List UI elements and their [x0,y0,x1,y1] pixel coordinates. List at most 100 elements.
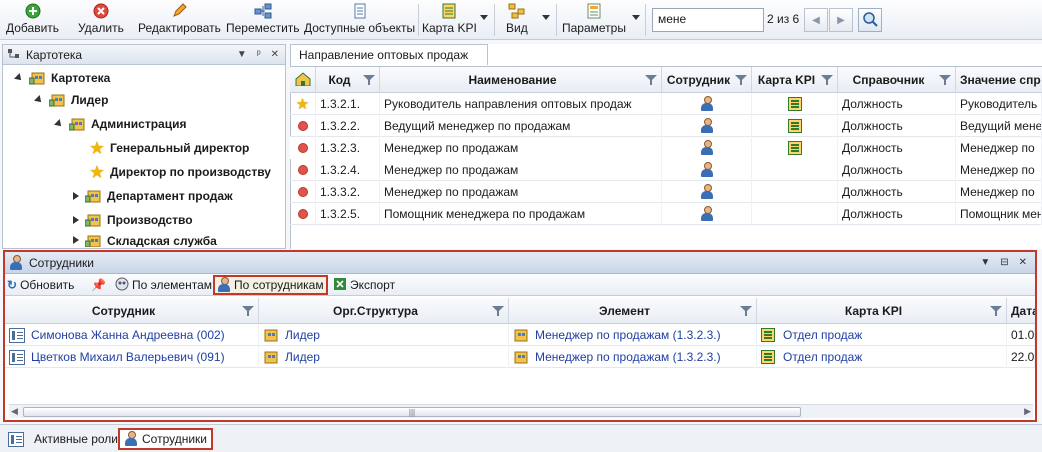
pencil-icon [170,2,188,19]
employee-icon[interactable] [700,96,714,112]
view-button[interactable]: Вид [506,2,528,38]
view-dropdown-arrow[interactable] [542,15,550,20]
employee-icon[interactable] [700,118,714,134]
close-icon[interactable]: ✕ [271,49,279,60]
table-row[interactable]: 1.3.2.5. Помощник менеджера по продажам … [290,203,1042,225]
home-icon-cell[interactable] [290,67,316,93]
pin-icon: 📌 [91,278,106,292]
employee-icon[interactable] [700,162,714,178]
collapse-arrow-icon[interactable] [73,216,79,224]
move-button[interactable]: Переместить [226,2,300,38]
prev-result-button[interactable]: ◀ [804,8,828,32]
status-dot-icon [298,210,307,218]
employee-icon[interactable] [700,206,714,222]
tree-node-warehouse[interactable]: Складская служба [73,233,217,247]
table-row-selected[interactable]: 1.3.2.3. Менеджер по продажам Должность … [290,137,1042,159]
tree-node-cardfile[interactable]: Картотека [14,67,110,89]
table-row[interactable]: Симонова Жанна Андреевна (002) Лидер Мен… [5,324,1035,346]
tree-node-production-director[interactable]: ★ Директор по производству [89,161,271,183]
search-input[interactable]: мене [652,8,764,32]
tab-wholesale-direction[interactable]: Направление оптовых продаж [290,44,488,65]
kpi-map-button[interactable]: Карта KPI [422,2,477,38]
close-icon[interactable]: ✕ [1019,257,1027,268]
tree-node-production[interactable]: Производство [73,209,193,231]
column-kpi[interactable]: Карта KPI [752,67,838,93]
filter-icon[interactable] [363,74,375,86]
available-objects-button[interactable]: Доступные объекты [304,2,415,38]
float-icon[interactable]: ⊟ [1000,257,1008,268]
scroll-right-icon[interactable]: ▶ [1024,406,1031,417]
refresh-button[interactable]: ↻ Обновить [7,275,74,295]
filter-icon[interactable] [740,305,752,317]
column-kpi-map[interactable]: Карта KPI [757,298,1007,324]
column-code[interactable]: Код [316,67,380,93]
star-icon: ★ [290,93,316,115]
org-icon [84,233,103,247]
delete-button[interactable]: Удалить [78,2,124,38]
tree-node-general-director[interactable]: ★ Генеральный директор [89,137,249,159]
kpi-card-icon[interactable] [787,97,802,111]
tree-node-administration[interactable]: Администрация [54,113,186,135]
employee-icon[interactable] [700,184,714,200]
employee-card-icon [9,349,25,365]
filter-icon[interactable] [939,74,951,86]
column-date[interactable]: Дата [1007,298,1035,324]
kpi-card-icon[interactable] [787,141,802,155]
column-employee[interactable]: Сотрудник [5,298,259,324]
tab-active-roles[interactable]: Активные роли [4,428,122,450]
collapse-arrow-icon[interactable] [73,236,79,244]
table-row[interactable]: ★ 1.3.2.1. Руководитель направления опто… [290,93,1042,115]
dropdown-icon[interactable]: ▼ [980,257,990,268]
star-icon: ★ [90,164,104,181]
column-org-structure[interactable]: Орг.Структура [259,298,509,324]
find-button[interactable] [858,8,882,32]
horizontal-scrollbar[interactable]: ◀ ||| ▶ [9,404,1033,418]
edit-button[interactable]: Редактировать [138,2,221,38]
filter-icon[interactable] [990,305,1002,317]
table-row[interactable]: 1.3.3.2. Менеджер по продажам Должность … [290,181,1042,203]
tab-employees[interactable]: Сотрудники [118,428,213,450]
filter-icon[interactable] [242,305,254,317]
search-result-count: 2 из 6 [767,12,800,26]
column-reference[interactable]: Справочник [838,67,956,93]
expand-arrow-icon[interactable] [54,119,64,129]
table-row[interactable]: 1.3.2.2. Ведущий менеджер по продажам До… [290,115,1042,137]
scroll-left-icon[interactable]: ◀ [11,406,18,417]
table-row[interactable]: 1.3.2.4. Менеджер по продажам Должность … [290,159,1042,181]
export-button[interactable]: Экспорт [333,275,395,295]
parameters-button[interactable]: Параметры [562,2,626,38]
org-icon [28,70,47,86]
column-employee[interactable]: Сотрудник [662,67,752,93]
tree-node-sales-department[interactable]: Департамент продаж [73,185,233,207]
by-employees-button[interactable]: По сотрудникам [213,275,328,295]
column-element[interactable]: Элемент [509,298,757,324]
kpi-map-dropdown-arrow[interactable] [480,15,488,20]
next-result-button[interactable]: ▶ [829,8,853,32]
arrow-left-icon: ◀ [812,14,820,26]
filter-icon[interactable] [492,305,504,317]
collapse-arrow-icon[interactable] [73,192,79,200]
roles-icon [8,431,24,447]
dropdown-icon[interactable]: ▼ [237,49,247,60]
by-elements-button[interactable]: По элементам [115,275,212,295]
employee-icon[interactable] [700,140,714,156]
kpi-card-icon[interactable] [787,119,802,133]
filter-icon[interactable] [821,74,833,86]
pin-button[interactable]: 📌 [91,275,106,295]
scrollbar-thumb[interactable]: ||| [23,407,801,417]
add-button[interactable]: Добавить [6,2,59,38]
filter-icon[interactable] [645,74,657,86]
table-row[interactable]: Цветков Михаил Валерьевич (091) Лидер Ме… [5,346,1035,368]
filter-icon[interactable] [735,74,747,86]
main-toolbar: Добавить Удалить Редактировать Перемести… [0,0,1042,40]
star-icon: ★ [90,140,104,157]
column-reference-value[interactable]: Значение спр [956,67,1042,93]
org-icon [513,328,529,342]
tree-node-leader[interactable]: Лидер [34,89,108,111]
document-icon [351,2,369,19]
expand-arrow-icon[interactable] [14,73,24,83]
parameters-dropdown-arrow[interactable] [632,15,640,20]
column-name[interactable]: Наименование [380,67,662,93]
pin-icon[interactable]: ᵖ [257,49,261,60]
expand-arrow-icon[interactable] [34,95,44,105]
